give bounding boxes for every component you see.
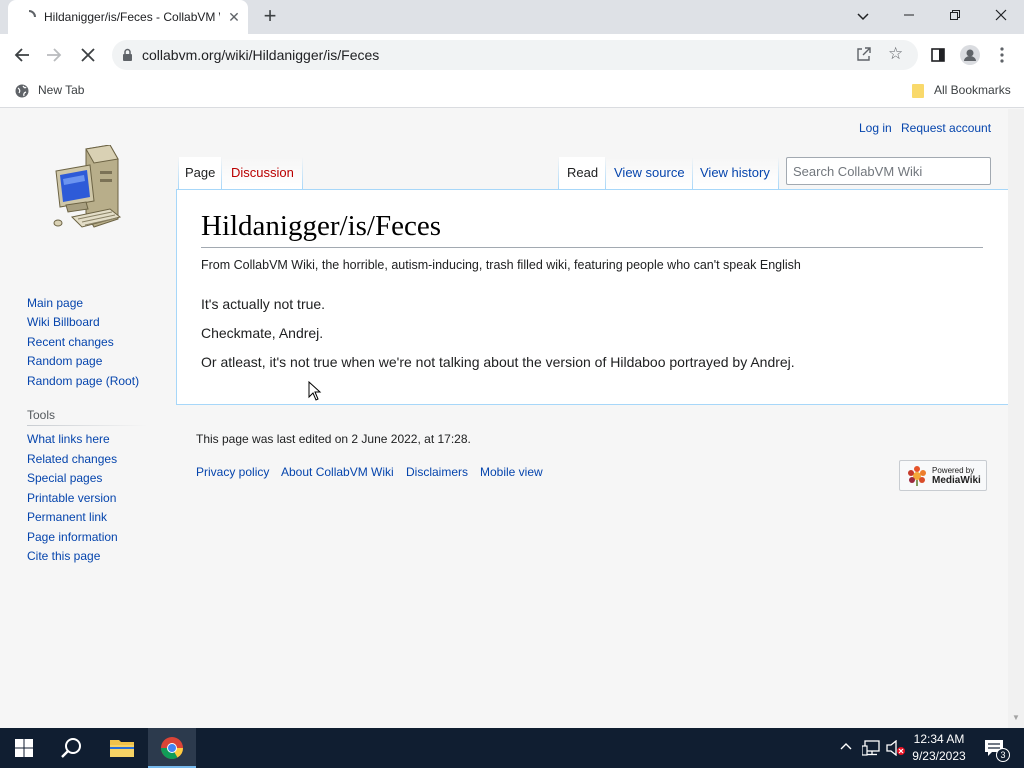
profile-avatar-icon[interactable] bbox=[958, 43, 982, 67]
browser-toolbar: collabvm.org/wiki/Hildanigger/is/Feces ☆ bbox=[0, 34, 1024, 76]
footer-privacy-link[interactable]: Privacy policy bbox=[196, 465, 269, 479]
footer-last-edited: This page was last edited on 2 June 2022… bbox=[196, 432, 471, 446]
chrome-menu-icon[interactable] bbox=[990, 43, 1014, 67]
sidebar-item-special-pages[interactable]: Special pages bbox=[27, 471, 102, 485]
back-arrow-icon[interactable] bbox=[10, 43, 34, 67]
sidebar-item-printable-version[interactable]: Printable version bbox=[27, 491, 116, 505]
scroll-down-arrow-icon[interactable]: ▼ bbox=[1012, 713, 1020, 722]
bookmarks-bar: New Tab All Bookmarks bbox=[0, 76, 1024, 108]
sidebar-item-random-page-root[interactable]: Random page (Root) bbox=[27, 374, 139, 388]
sidebar-item-related-changes[interactable]: Related changes bbox=[27, 452, 117, 466]
network-icon[interactable] bbox=[862, 740, 880, 756]
all-bookmarks-link[interactable]: All Bookmarks bbox=[934, 83, 1011, 97]
search-icon bbox=[61, 738, 81, 758]
minimize-button[interactable] bbox=[895, 4, 923, 28]
tab-read[interactable]: Read bbox=[559, 157, 605, 189]
search-input[interactable] bbox=[787, 158, 990, 184]
footer-mobile-view-link[interactable]: Mobile view bbox=[480, 465, 543, 479]
new-tab-button[interactable]: + bbox=[258, 5, 282, 29]
side-panel-icon[interactable] bbox=[926, 43, 950, 67]
chevron-up-icon[interactable] bbox=[840, 742, 852, 750]
globe-icon bbox=[15, 84, 29, 98]
mediawiki-flower-icon bbox=[908, 466, 926, 486]
address-bar[interactable]: collabvm.org/wiki/Hildanigger/is/Feces ☆ bbox=[112, 40, 918, 70]
tools-heading: Tools bbox=[27, 408, 56, 422]
system-clock[interactable]: 12:34 AM 9/23/2023 bbox=[904, 731, 974, 765]
notification-count-badge: 3 bbox=[996, 748, 1010, 762]
stop-loading-icon[interactable] bbox=[76, 43, 100, 67]
collabvm-logo[interactable] bbox=[50, 145, 126, 233]
tab-discussion[interactable]: Discussion bbox=[222, 157, 302, 189]
body-paragraph: Or atleast, it's not true when we're not… bbox=[201, 354, 795, 370]
tools-divider bbox=[27, 425, 147, 426]
folder-icon bbox=[110, 740, 134, 757]
url-text: collabvm.org/wiki/Hildanigger/is/Feces bbox=[142, 47, 380, 63]
sidebar-item-permanent-link[interactable]: Permanent link bbox=[27, 510, 107, 524]
taskbar-file-explorer[interactable] bbox=[98, 728, 146, 768]
clock-date: 9/23/2023 bbox=[912, 749, 966, 763]
sidebar-item-cite-this-page[interactable]: Cite this page bbox=[27, 549, 100, 563]
mouse-pointer-icon bbox=[308, 381, 322, 401]
tab-strip: Hildanigger/is/Feces - CollabVM Wiki ✕ + bbox=[0, 0, 1024, 34]
tab-separator bbox=[302, 157, 303, 189]
folder-icon bbox=[912, 84, 924, 98]
close-window-button[interactable] bbox=[987, 4, 1015, 28]
wiki-page: Log in Request account Main page Wiki Bi… bbox=[0, 109, 1008, 728]
content-area: Hildanigger/is/Feces From CollabVM Wiki,… bbox=[176, 189, 1008, 405]
restore-button[interactable] bbox=[941, 4, 969, 28]
tab-close-icon[interactable]: ✕ bbox=[226, 9, 242, 25]
search-box[interactable] bbox=[786, 157, 991, 185]
powered-by-mediawiki-badge[interactable]: Powered by MediaWiki bbox=[899, 460, 987, 491]
sidebar-item-recent-changes[interactable]: Recent changes bbox=[27, 335, 114, 349]
footer-disclaimers-link[interactable]: Disclaimers bbox=[406, 465, 468, 479]
forward-arrow-icon[interactable] bbox=[42, 43, 66, 67]
sidebar-item-main-page[interactable]: Main page bbox=[27, 296, 83, 310]
tab-view-source[interactable]: View source bbox=[606, 157, 692, 189]
tab-view-history[interactable]: View history bbox=[693, 157, 778, 189]
volume-muted-icon[interactable] bbox=[886, 740, 906, 756]
windows-logo-icon bbox=[15, 739, 33, 757]
loading-favicon-icon bbox=[28, 10, 36, 18]
footer-about-link[interactable]: About CollabVM Wiki bbox=[281, 465, 394, 479]
start-button[interactable] bbox=[0, 728, 48, 768]
sidebar-item-what-links-here[interactable]: What links here bbox=[27, 432, 110, 446]
sidebar-item-wiki-billboard[interactable]: Wiki Billboard bbox=[27, 315, 100, 329]
lock-icon[interactable] bbox=[122, 48, 133, 62]
body-paragraph: It's actually not true. bbox=[201, 296, 326, 312]
action-center-button[interactable]: 3 bbox=[980, 728, 1024, 768]
sidebar-item-page-information[interactable]: Page information bbox=[27, 530, 118, 544]
share-icon[interactable] bbox=[856, 46, 872, 62]
bookmark-star-icon[interactable]: ☆ bbox=[888, 44, 903, 64]
mediawiki-label: MediaWiki bbox=[932, 475, 981, 486]
powered-by-label: Powered by bbox=[932, 466, 975, 475]
clock-time: 12:34 AM bbox=[913, 732, 965, 746]
site-subtitle: From CollabVM Wiki, the horrible, autism… bbox=[201, 258, 801, 272]
tab-page[interactable]: Page bbox=[179, 157, 221, 189]
body-paragraph: Checkmate, Andrej. bbox=[201, 325, 324, 341]
page-title: Hildanigger/is/Feces bbox=[201, 210, 983, 248]
tab-separator bbox=[778, 157, 779, 189]
windows-taskbar: 12:34 AM 9/23/2023 3 bbox=[0, 728, 1024, 768]
page-scrollbar[interactable]: ▼ bbox=[1008, 109, 1024, 728]
browser-tab-active[interactable]: Hildanigger/is/Feces - CollabVM Wiki ✕ bbox=[8, 0, 248, 34]
bookmark-new-tab[interactable]: New Tab bbox=[38, 83, 84, 97]
tab-search-chevron-icon[interactable] bbox=[849, 4, 877, 28]
chrome-icon bbox=[161, 737, 183, 759]
taskbar-chrome[interactable] bbox=[148, 728, 196, 768]
taskbar-search-button[interactable] bbox=[48, 728, 96, 768]
login-link[interactable]: Log in bbox=[859, 121, 892, 135]
request-account-link[interactable]: Request account bbox=[901, 121, 991, 135]
sidebar-item-random-page[interactable]: Random page bbox=[27, 354, 102, 368]
tab-title: Hildanigger/is/Feces - CollabVM Wiki bbox=[44, 10, 220, 24]
